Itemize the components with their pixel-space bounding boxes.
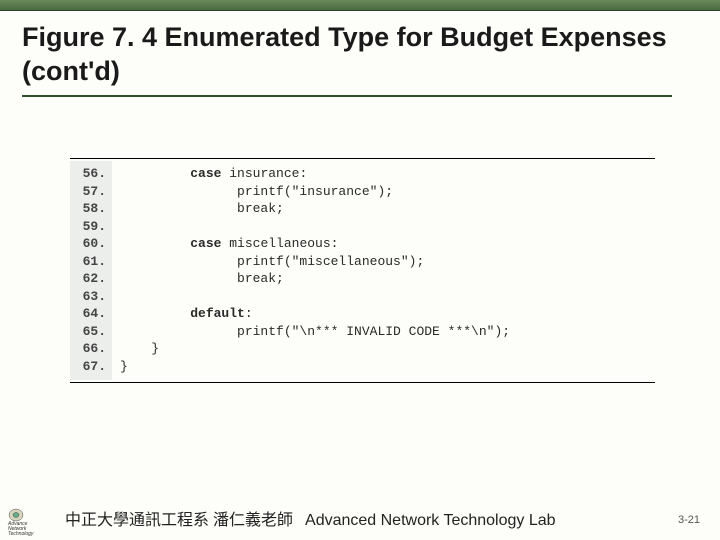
slide-footer: Advance Network Technology 中正大學通訊工程系 潘仁義…	[0, 500, 720, 540]
footer-text: 中正大學通訊工程系 潘仁義老師 Advanced Network Technol…	[65, 506, 556, 530]
footer-en: Advanced Network Technology Lab	[305, 512, 556, 529]
line-number-gutter: 56.57.58.59.60.61.62.63.64.65.66.67.	[70, 161, 112, 380]
footer-logo-text: Advance Network Technology	[8, 521, 33, 537]
title-underline	[22, 95, 672, 97]
code-listing: case insurance: printf("insurance"); bre…	[112, 161, 518, 380]
code-bottom-rule	[70, 382, 655, 383]
code-top-rule	[70, 158, 655, 159]
slide-title: Figure 7. 4 Enumerated Type for Budget E…	[0, 11, 720, 95]
footer-zh: 中正大學通訊工程系 潘仁義老師	[65, 512, 293, 529]
code-figure: 56.57.58.59.60.61.62.63.64.65.66.67. cas…	[70, 158, 655, 383]
page-number: 3-21	[678, 514, 700, 526]
footer-logo: Advance Network Technology	[8, 508, 46, 534]
slide-top-accent	[0, 0, 720, 11]
